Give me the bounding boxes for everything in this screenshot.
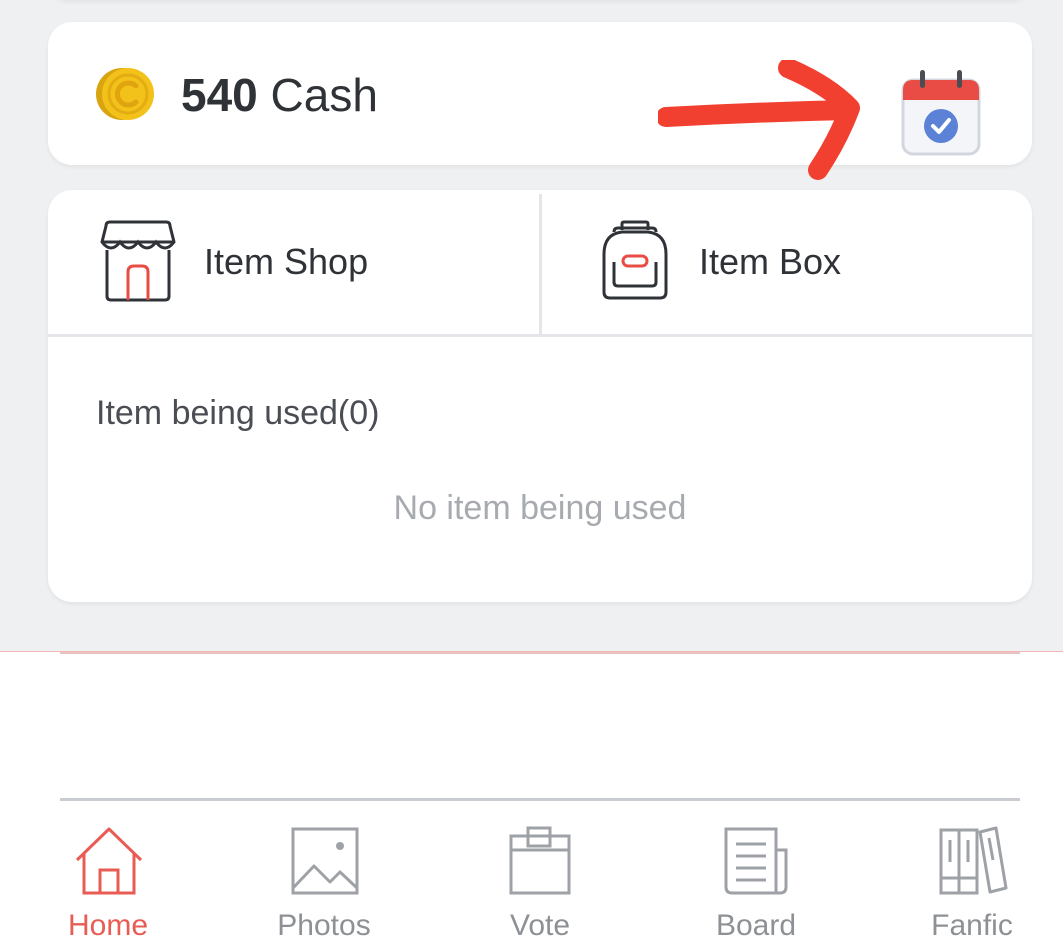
nav-label: Home	[67, 909, 149, 942]
cash-amount: 540	[181, 69, 258, 121]
calendar-check-icon[interactable]	[900, 68, 982, 160]
item-shop-label: Item Shop	[204, 241, 369, 282]
nav-label: Board	[715, 909, 797, 942]
photo-icon	[291, 827, 359, 895]
coin-icon	[96, 68, 154, 120]
cash-currency-label: Cash	[270, 69, 378, 121]
red-arrow-annotation	[658, 60, 860, 180]
nav-home[interactable]: Home	[28, 826, 188, 950]
shop-icon	[100, 220, 176, 302]
bottom-area: Home Photos Vote Board Fanfic	[0, 651, 1063, 950]
separator-line-inner	[60, 652, 1020, 654]
horizontal-divider	[48, 334, 1032, 337]
ballot-box-icon	[509, 826, 571, 895]
cash-card: 540 Cash	[48, 22, 1032, 180]
books-icon	[939, 826, 1008, 895]
backpack-icon	[602, 220, 668, 300]
nav-fanfic[interactable]: Fanfic	[892, 826, 1052, 950]
cash-balance: 540 Cash	[181, 70, 378, 120]
nav-label: Fanfic	[931, 909, 1013, 942]
item-box-button[interactable]: Item Box	[542, 190, 1032, 334]
home-icon	[75, 827, 143, 895]
item-shop-button[interactable]: Item Shop	[48, 190, 539, 334]
items-in-use-title: Item being used(0)	[96, 394, 380, 432]
nav-photos[interactable]: Photos	[244, 826, 404, 950]
items-in-use-empty-message: No item being used	[393, 489, 687, 527]
items-card: Item Shop Item Box Item being used(0) No…	[48, 190, 1032, 602]
document-icon	[724, 827, 788, 895]
nav-vote[interactable]: Vote	[460, 826, 620, 950]
nav-label: Photos	[277, 909, 371, 942]
nav-label: Vote	[509, 909, 571, 942]
nav-board[interactable]: Board	[676, 826, 836, 950]
nav-divider	[60, 798, 1020, 801]
item-box-label: Item Box	[699, 241, 842, 282]
